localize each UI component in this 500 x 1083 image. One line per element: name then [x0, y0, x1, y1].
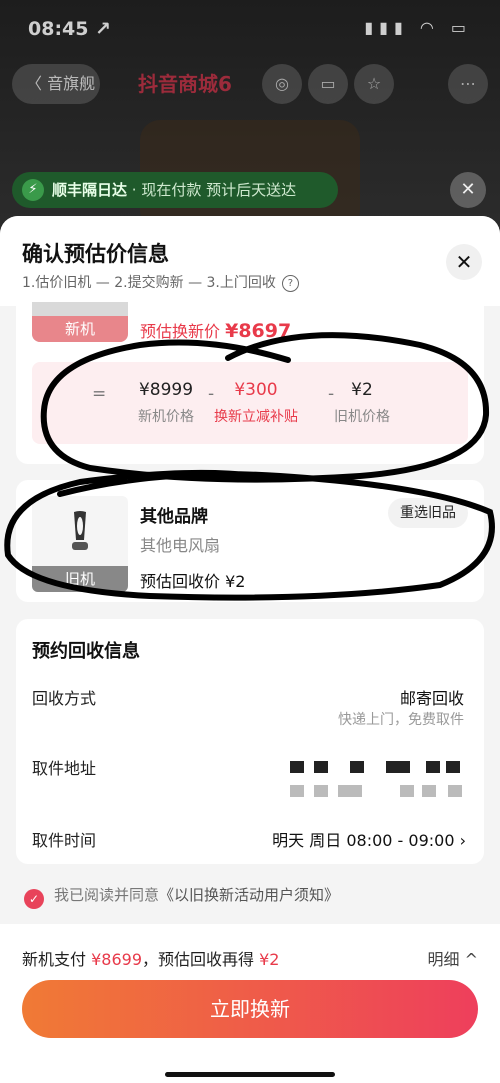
equals-sign: = [92, 384, 107, 404]
old-item-tag: 旧机 [32, 566, 128, 592]
fan-icon [72, 511, 88, 550]
payment-summary: 新机支付 ¥8699，预估回收再得 ¥2 [22, 946, 279, 970]
exchange-now-button[interactable]: 立即换新 [22, 980, 478, 1038]
status-time: 08:45 ↗ [28, 18, 112, 40]
back-button[interactable]: 〈 音旗舰 [12, 64, 100, 104]
more-icon[interactable]: ⋯ [448, 64, 488, 104]
background-topbar: 〈 音旗舰 抖音商城6 ◎ ▭ ☆ ⋯ [12, 62, 488, 106]
subsidy-label: 换新立减补贴 [214, 409, 298, 425]
old-item-card: 旧机 其他品牌 其他电风扇 预估回收价 ¥2 重选旧品 [16, 480, 484, 602]
pay-value: ¥8699 [91, 950, 142, 969]
help-icon[interactable]: ? [281, 275, 299, 292]
delivery-banner: ⚡ 顺丰隔日达 · 现在付款 预计后天送达 [12, 172, 338, 208]
close-icon[interactable]: ✕ [446, 244, 482, 280]
old-item-estimate: 预估回收价 ¥2 [140, 572, 246, 591]
background-button-1[interactable]: ◎ [262, 64, 302, 104]
agreement-link[interactable]: 《以旧换新活动用户须知》 [159, 886, 339, 904]
bottom-bar: 新机支付 ¥8699，预估回收再得 ¥2 明细 ^ 立即换新 [0, 924, 500, 1083]
pickup-address-label: 取件地址 [32, 759, 97, 778]
pickup-time-value[interactable]: 明天 周日 08:00 - 09:00 › [272, 827, 466, 851]
recycle-prefix: ，预估回收再得 [142, 950, 260, 969]
agreement-text: 我已阅读并同意 [54, 886, 160, 904]
estimate-label: 预估换新价 [140, 322, 226, 341]
old-item-model: 其他电风扇 [140, 536, 221, 555]
delivery-banner-text: · 现在付款 预计后天送达 [127, 181, 297, 199]
background-button-2[interactable]: ▭ [308, 64, 348, 104]
agreement-row[interactable]: ✓ 我已阅读并同意《以旧换新活动用户须知》 [24, 884, 339, 909]
recycle-method-value[interactable]: 邮寄回收 [400, 685, 464, 709]
estimate-value: ¥8697 [225, 320, 292, 342]
subsidy-value: ¥300 [234, 380, 278, 400]
new-item-card: 新机 预估换新价 ¥8697 = ¥8999 新机价格 - ¥300 换新立减补… [16, 302, 484, 464]
old-item-brand: 其他品牌 [140, 507, 208, 527]
sheet-title: 确认预估价信息 [22, 242, 169, 266]
steps-text: 1.估价旧机 — 2.提交购新 — 3.上门回收? [22, 272, 299, 292]
old-price-value: ¥2 [351, 380, 373, 400]
home-indicator [165, 1072, 335, 1077]
recycle-info-card: 预约回收信息 回收方式 邮寄回收 快递上门，免费取件 取件地址 取件时间 明天 … [16, 619, 484, 864]
old-price-label: 旧机价格 [334, 409, 390, 425]
new-item-tag: 新机 [32, 316, 128, 342]
reselect-button[interactable]: 重选旧品 [388, 498, 468, 528]
pay-prefix: 新机支付 [22, 950, 92, 969]
sheet-header: 确认预估价信息 1.估价旧机 — 2.提交购新 — 3.上门回收? ✕ [0, 216, 500, 306]
delivery-banner-bold: 顺丰隔日达 [52, 181, 128, 199]
status-bar: 08:45 ↗ ▮▮▮ ◠ ▭ [28, 14, 472, 44]
price-calc-box: = ¥8999 新机价格 - ¥300 换新立减补贴 - ¥2 旧机价格 [32, 362, 468, 444]
checkbox-checked-icon[interactable]: ✓ [24, 889, 44, 909]
pickup-time-label: 取件时间 [32, 831, 97, 850]
steps-label: 1.估价旧机 — 2.提交购新 — 3.上门回收 [22, 275, 276, 291]
detail-toggle[interactable]: 明细 ^ [428, 946, 479, 970]
recycle-method-label: 回收方式 [32, 689, 97, 708]
status-icons: ▮▮▮ ◠ ▭ [364, 18, 472, 37]
store-title: 抖音商城6 [138, 72, 232, 96]
bolt-icon: ⚡ [22, 179, 44, 201]
new-item-thumbnail: 新机 [32, 302, 128, 342]
recycle-info-title: 预约回收信息 [32, 641, 140, 662]
favorite-icon[interactable]: ☆ [354, 64, 394, 104]
old-item-thumbnail: 旧机 [32, 496, 128, 592]
estimate-sheet: 确认预估价信息 1.估价旧机 — 2.提交购新 — 3.上门回收? ✕ 新机 预… [0, 216, 500, 1083]
background-close-icon[interactable]: ✕ [450, 172, 486, 208]
recycle-method-sub: 快递上门，免费取件 [338, 712, 464, 728]
new-item-estimate: 预估换新价 ¥8697 [140, 318, 291, 342]
recycle-value: ¥2 [259, 950, 280, 969]
